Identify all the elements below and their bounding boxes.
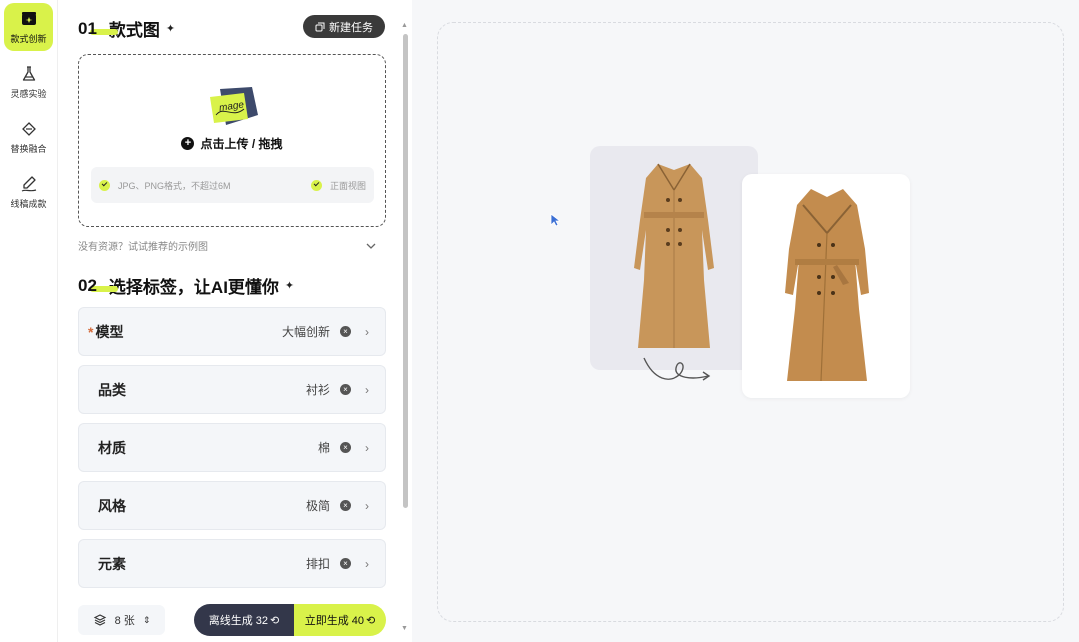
section-title-style-image: 01 款式图 ✦ <box>78 16 175 41</box>
hint-format-text: JPG、PNG格式，不超过6M <box>118 180 231 191</box>
tag-value: 棉 <box>317 441 330 455</box>
diamond-icon <box>21 121 36 136</box>
hint-format: JPG、PNG格式，不超过6M <box>99 179 231 192</box>
config-panel: 01 款式图 ✦ 新建任务 mage + 点击上传 / 拖拽 JPG、PNG格式… <box>62 0 400 642</box>
chevron-right-icon: › <box>365 498 369 513</box>
tag-value: 极简 <box>305 499 330 513</box>
tag-name-text: 模型 <box>95 323 124 340</box>
section-number: 01 <box>78 18 118 38</box>
offline-generate-button[interactable]: 离线生成 32 ⟲ <box>194 604 294 636</box>
tag-row-model[interactable]: * 模型 大幅创新 × › <box>78 307 386 356</box>
rail-item-sketch-to-style[interactable]: 线稿成款 <box>4 168 53 216</box>
mouse-cursor-icon <box>550 213 560 227</box>
clear-icon[interactable]: × <box>340 326 351 337</box>
required-mark: * <box>88 323 94 340</box>
energy-icon: ⟲ <box>366 614 376 627</box>
upload-label: + 点击上传 / 拖拽 <box>79 135 385 152</box>
hint-view-text: 正面视图 <box>329 180 366 191</box>
tag-name: 材质 <box>98 439 126 456</box>
layers-icon <box>93 614 106 626</box>
panel-scrollbar[interactable]: ▲ ▼ <box>401 22 409 632</box>
source-coat-image <box>634 163 714 348</box>
pen-line-icon <box>21 175 36 192</box>
generate-now-label: 立即生成 40 <box>304 615 365 627</box>
check-icon <box>99 179 110 191</box>
image-count-text: 8 张 <box>114 615 135 627</box>
image-count-selector[interactable]: 8 张 ⇕ <box>78 605 165 635</box>
rail-item-inspiration-lab[interactable]: 灵感实验 <box>4 58 53 106</box>
generate-now-button[interactable]: 立即生成 40 ⟲ <box>294 604 386 636</box>
chevron-right-icon: › <box>365 382 369 397</box>
section-number: 02 <box>78 275 118 295</box>
rail-label: 款式创新 <box>10 33 47 44</box>
rail-label: 灵感实验 <box>10 88 47 99</box>
tag-name: 元素 <box>98 555 126 572</box>
left-rail: 款式创新 灵感实验 替换融合 线稿成款 <box>0 0 58 642</box>
flask-icon <box>22 65 35 81</box>
tag-value: 大幅创新 <box>281 325 330 339</box>
check-icon <box>310 179 322 191</box>
image-upload-icon: mage <box>210 87 258 125</box>
result-coat-image <box>785 189 869 382</box>
clear-icon[interactable]: × <box>340 384 351 395</box>
new-task-button[interactable]: 新建任务 <box>303 15 385 38</box>
section-title-tags: 02 选择标签，让AI更懂你 ✦ <box>78 273 294 298</box>
tag-name: 风格 <box>98 497 126 514</box>
clear-icon[interactable]: × <box>340 558 351 569</box>
app-root: 款式创新 灵感实验 替换融合 线稿成款 01 款式图 ✦ 新建任务 mage +… <box>0 0 1079 642</box>
clear-icon[interactable]: × <box>340 500 351 511</box>
tag-value: 排扣 <box>305 557 330 571</box>
rail-label: 线稿成款 <box>10 198 47 209</box>
rail-item-style-innovation[interactable]: 款式创新 <box>4 3 53 51</box>
energy-icon: ⟲ <box>270 614 280 627</box>
tag-name: 品类 <box>98 381 126 398</box>
example-images-toggle[interactable]: 没有资源？试试推荐的示例图 <box>78 238 376 253</box>
scroll-up-icon[interactable]: ▲ <box>401 22 408 29</box>
scroll-down-icon[interactable]: ▼ <box>401 625 408 632</box>
upload-dropzone[interactable]: mage + 点击上传 / 拖拽 JPG、PNG格式，不超过6M 正面视图 <box>78 54 386 227</box>
tag-name: * 模型 <box>88 322 282 342</box>
sparkle-icon: ✦ <box>284 280 295 292</box>
tag-row-material[interactable]: 材质 棉 × › <box>78 423 386 472</box>
copy-icon <box>315 22 325 31</box>
offline-generate-label: 离线生成 32 <box>208 615 269 627</box>
bottom-bar: 8 张 ⇕ 离线生成 32 ⟲ 立即生成 40 ⟲ <box>78 604 386 636</box>
upload-hints: JPG、PNG格式，不超过6M 正面视图 <box>91 167 374 203</box>
tag-row-category[interactable]: 品类 衬衫 × › <box>78 365 386 414</box>
sparkle-icon: ✦ <box>165 23 176 35</box>
section-title-text: 选择标签，让AI更懂你 <box>108 278 279 297</box>
tag-row-style[interactable]: 风格 极简 × › <box>78 481 386 530</box>
hint-view: 正面视图 <box>310 179 366 192</box>
sparkle-box-icon <box>21 11 36 25</box>
clear-icon[interactable]: × <box>340 442 351 453</box>
transform-arrow-icon <box>643 357 711 381</box>
updown-icon: ⇕ <box>142 614 151 625</box>
chevron-right-icon: › <box>365 324 369 339</box>
rail-item-replace-fuse[interactable]: 替换融合 <box>4 113 53 161</box>
upload-label-text: 点击上传 / 拖拽 <box>200 137 283 151</box>
chevron-right-icon: › <box>365 556 369 571</box>
no-resource-text: 没有资源？试试推荐的示例图 <box>78 242 208 253</box>
chevron-down-icon <box>366 243 376 249</box>
scroll-thumb[interactable] <box>403 34 408 508</box>
tag-row-element[interactable]: 元素 排扣 × › <box>78 539 386 588</box>
tag-value: 衬衫 <box>305 383 330 397</box>
generate-group: 离线生成 32 ⟲ 立即生成 40 ⟲ <box>194 604 386 636</box>
chevron-right-icon: › <box>365 440 369 455</box>
plus-icon: + <box>181 137 195 150</box>
new-task-label: 新建任务 <box>329 21 373 34</box>
rail-label: 替换融合 <box>10 143 47 154</box>
